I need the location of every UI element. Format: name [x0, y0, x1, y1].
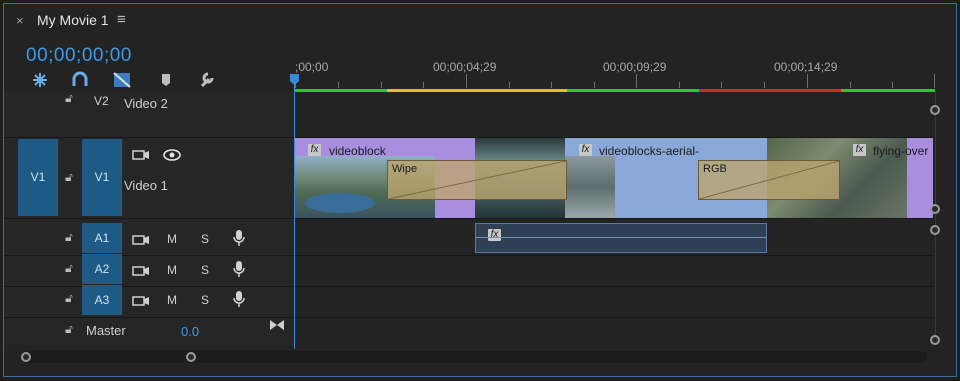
source-patch-v1[interactable]: V1 — [18, 139, 58, 216]
audio-scroll-handle-bottom[interactable] — [930, 335, 940, 345]
solo-button[interactable]: S — [201, 232, 209, 246]
track-target-a2[interactable]: A2 — [82, 254, 122, 284]
mute-button[interactable]: M — [167, 232, 177, 246]
ruler-label: ;00;00 — [295, 60, 329, 74]
time-ruler[interactable]: ;00;00 00;00;04;29 00;00;09;29 00;00;14;… — [295, 52, 935, 96]
sync-lock-icon[interactable] — [132, 233, 150, 245]
insert-overwrite-icon[interactable] — [112, 70, 132, 90]
solo-button[interactable]: S — [201, 263, 209, 277]
clip-name: videoblock — [329, 144, 386, 158]
lock-icon[interactable]: 🔓︎ — [65, 291, 73, 306]
master-volume-value[interactable]: 0.0 — [181, 324, 199, 339]
microphone-icon[interactable] — [232, 229, 246, 247]
lock-icon[interactable]: 🔓︎ — [65, 322, 73, 337]
fx-badge: fx — [308, 144, 321, 156]
track-target-v1[interactable]: V1 — [82, 139, 122, 216]
render-bar-yellow — [387, 89, 567, 92]
track-name-v2: Video 2 — [124, 96, 168, 111]
add-marker-icon[interactable] — [156, 70, 176, 90]
zoom-handle-right[interactable] — [186, 352, 196, 362]
vertical-scroll-handle-top[interactable] — [930, 105, 940, 115]
lock-icon[interactable]: 🔓︎ — [65, 170, 73, 185]
bowtie-icon[interactable] — [269, 318, 285, 330]
sequence-tab-title[interactable]: My Movie 1 — [37, 12, 109, 28]
lock-icon[interactable]: 🔓︎ — [65, 230, 73, 245]
lock-icon[interactable]: 🔓︎ — [65, 261, 73, 276]
transition-wipe[interactable]: Wipe — [387, 160, 567, 200]
microphone-icon[interactable] — [232, 290, 246, 308]
playhead-line[interactable] — [294, 78, 295, 349]
vertical-scroll-handle-bottom[interactable] — [930, 204, 940, 214]
master-track-label: Master — [86, 323, 126, 338]
track-target-a1[interactable]: A1 — [82, 223, 122, 253]
horizontal-zoom-scrollbar[interactable] — [24, 351, 927, 363]
fx-badge: fx — [488, 229, 501, 241]
transition-rgb[interactable]: RGB — [698, 160, 840, 200]
zoom-handle-left[interactable] — [21, 352, 31, 362]
v1-track-lane: fx videoblock fx videoblocks-aerial- fx … — [295, 138, 933, 218]
track-name-v1: Video 1 — [124, 178, 168, 193]
track-target-a3[interactable]: A3 — [82, 285, 122, 315]
track-id-v2[interactable]: V2 — [94, 94, 109, 108]
microphone-icon[interactable] — [232, 260, 246, 278]
render-bar-green — [295, 89, 387, 92]
ruler-label: 00;00;14;29 — [774, 60, 838, 74]
hamburger-icon[interactable]: ≡ — [117, 11, 126, 28]
wrench-icon[interactable] — [197, 70, 217, 90]
sync-lock-icon[interactable] — [132, 264, 150, 276]
mute-button[interactable]: M — [167, 263, 177, 277]
render-bar-green — [841, 89, 935, 92]
transition-label: Wipe — [392, 163, 418, 175]
solo-button[interactable]: S — [201, 293, 209, 307]
lock-icon[interactable]: 🔓︎ — [65, 91, 73, 106]
render-bar-green — [567, 89, 699, 92]
linked-selection-icon[interactable] — [70, 70, 90, 90]
transition-label: RGB — [703, 163, 727, 175]
snap-icon[interactable] — [30, 70, 50, 90]
close-tab-icon[interactable]: × — [16, 13, 24, 28]
timeline-panel: × My Movie 1 ≡ 00;00;00;00 ;00;00 00;00;… — [3, 3, 957, 377]
fx-badge: fx — [579, 144, 592, 156]
clip-name: videoblocks-aerial- — [599, 144, 700, 158]
audio-clip-a1[interactable]: fx — [475, 223, 767, 253]
ruler-label: 00;00;09;29 — [603, 60, 667, 74]
vertical-scroll-track[interactable] — [935, 91, 936, 345]
playhead-timecode[interactable]: 00;00;00;00 — [26, 45, 132, 67]
ruler-label: 00;00;04;29 — [433, 60, 497, 74]
mute-button[interactable]: M — [167, 293, 177, 307]
clip-name: flying-over — [873, 144, 929, 158]
render-bar-red — [699, 89, 841, 92]
eye-icon[interactable] — [162, 148, 182, 161]
sync-lock-icon[interactable] — [132, 294, 150, 306]
fx-badge: fx — [853, 144, 866, 156]
audio-scroll-handle-top[interactable] — [930, 225, 940, 235]
sync-lock-icon[interactable] — [132, 148, 150, 160]
